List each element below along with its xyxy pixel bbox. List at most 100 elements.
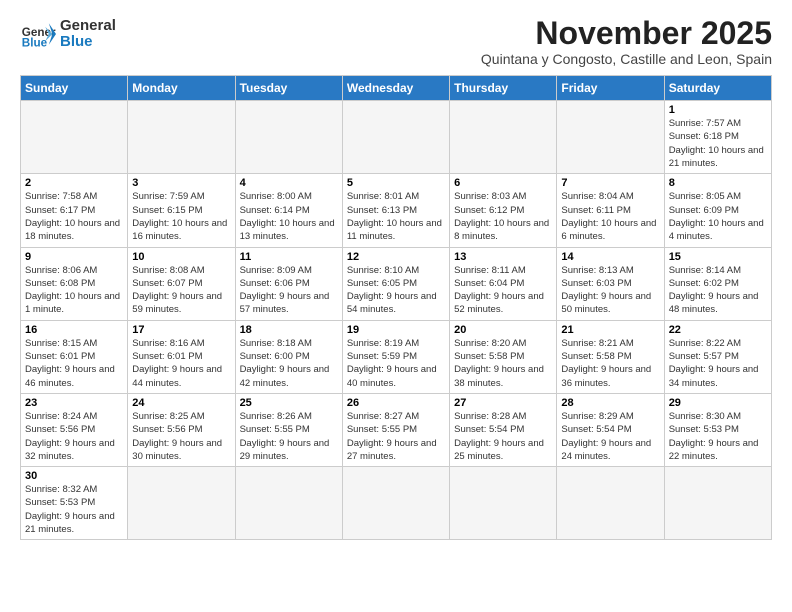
calendar-cell-day-17: 17Sunrise: 8:16 AMSunset: 6:01 PMDayligh…	[128, 320, 235, 393]
logo-general: General	[60, 18, 116, 35]
calendar-week-3: 9Sunrise: 8:06 AMSunset: 6:08 PMDaylight…	[21, 247, 772, 320]
location-subtitle: Quintana y Congosto, Castille and Leon, …	[481, 51, 772, 67]
day-number: 12	[347, 251, 445, 263]
calendar-cell-day-22: 22Sunrise: 8:22 AMSunset: 5:57 PMDayligh…	[664, 320, 771, 393]
calendar-cell-day-12: 12Sunrise: 8:10 AMSunset: 6:05 PMDayligh…	[342, 247, 449, 320]
calendar-cell-day-empty	[557, 467, 664, 540]
day-number: 14	[561, 251, 659, 263]
day-info: Sunrise: 8:06 AMSunset: 6:08 PMDaylight:…	[25, 264, 123, 317]
day-number: 28	[561, 397, 659, 409]
calendar-cell-day-23: 23Sunrise: 8:24 AMSunset: 5:56 PMDayligh…	[21, 393, 128, 466]
day-number: 6	[454, 177, 552, 189]
logo: General Blue General Blue	[20, 16, 116, 52]
calendar-cell-day-empty	[450, 101, 557, 174]
calendar-cell-day-9: 9Sunrise: 8:06 AMSunset: 6:08 PMDaylight…	[21, 247, 128, 320]
day-info: Sunrise: 8:29 AMSunset: 5:54 PMDaylight:…	[561, 410, 659, 463]
day-info: Sunrise: 8:03 AMSunset: 6:12 PMDaylight:…	[454, 190, 552, 243]
calendar-cell-day-14: 14Sunrise: 8:13 AMSunset: 6:03 PMDayligh…	[557, 247, 664, 320]
calendar-cell-day-6: 6Sunrise: 8:03 AMSunset: 6:12 PMDaylight…	[450, 174, 557, 247]
calendar-cell-day-27: 27Sunrise: 8:28 AMSunset: 5:54 PMDayligh…	[450, 393, 557, 466]
day-info: Sunrise: 8:30 AMSunset: 5:53 PMDaylight:…	[669, 410, 767, 463]
day-info: Sunrise: 8:28 AMSunset: 5:54 PMDaylight:…	[454, 410, 552, 463]
day-info: Sunrise: 7:59 AMSunset: 6:15 PMDaylight:…	[132, 190, 230, 243]
calendar-cell-day-18: 18Sunrise: 8:18 AMSunset: 6:00 PMDayligh…	[235, 320, 342, 393]
calendar-cell-day-empty	[128, 101, 235, 174]
calendar-week-2: 2Sunrise: 7:58 AMSunset: 6:17 PMDaylight…	[21, 174, 772, 247]
day-number: 5	[347, 177, 445, 189]
calendar-cell-day-5: 5Sunrise: 8:01 AMSunset: 6:13 PMDaylight…	[342, 174, 449, 247]
calendar-cell-day-8: 8Sunrise: 8:05 AMSunset: 6:09 PMDaylight…	[664, 174, 771, 247]
day-info: Sunrise: 8:21 AMSunset: 5:58 PMDaylight:…	[561, 337, 659, 390]
day-number: 23	[25, 397, 123, 409]
calendar-cell-day-19: 19Sunrise: 8:19 AMSunset: 5:59 PMDayligh…	[342, 320, 449, 393]
calendar-cell-day-1: 1Sunrise: 7:57 AMSunset: 6:18 PMDaylight…	[664, 101, 771, 174]
day-number: 19	[347, 324, 445, 336]
calendar-cell-day-13: 13Sunrise: 8:11 AMSunset: 6:04 PMDayligh…	[450, 247, 557, 320]
calendar-cell-day-16: 16Sunrise: 8:15 AMSunset: 6:01 PMDayligh…	[21, 320, 128, 393]
calendar-week-5: 23Sunrise: 8:24 AMSunset: 5:56 PMDayligh…	[21, 393, 772, 466]
calendar-cell-day-15: 15Sunrise: 8:14 AMSunset: 6:02 PMDayligh…	[664, 247, 771, 320]
logo-icon: General Blue	[20, 16, 56, 52]
day-info: Sunrise: 8:14 AMSunset: 6:02 PMDaylight:…	[669, 264, 767, 317]
day-number: 25	[240, 397, 338, 409]
col-header-monday: Monday	[128, 76, 235, 101]
calendar-cell-day-20: 20Sunrise: 8:20 AMSunset: 5:58 PMDayligh…	[450, 320, 557, 393]
day-info: Sunrise: 8:05 AMSunset: 6:09 PMDaylight:…	[669, 190, 767, 243]
calendar-cell-day-empty	[450, 467, 557, 540]
calendar-week-4: 16Sunrise: 8:15 AMSunset: 6:01 PMDayligh…	[21, 320, 772, 393]
day-number: 27	[454, 397, 552, 409]
calendar-cell-day-3: 3Sunrise: 7:59 AMSunset: 6:15 PMDaylight…	[128, 174, 235, 247]
calendar-cell-day-2: 2Sunrise: 7:58 AMSunset: 6:17 PMDaylight…	[21, 174, 128, 247]
calendar-week-1: 1Sunrise: 7:57 AMSunset: 6:18 PMDaylight…	[21, 101, 772, 174]
col-header-saturday: Saturday	[664, 76, 771, 101]
calendar-header-row: SundayMondayTuesdayWednesdayThursdayFrid…	[21, 76, 772, 101]
calendar-cell-day-empty	[235, 467, 342, 540]
day-number: 29	[669, 397, 767, 409]
day-info: Sunrise: 8:27 AMSunset: 5:55 PMDaylight:…	[347, 410, 445, 463]
calendar-table: SundayMondayTuesdayWednesdayThursdayFrid…	[20, 75, 772, 540]
day-number: 4	[240, 177, 338, 189]
calendar-cell-day-10: 10Sunrise: 8:08 AMSunset: 6:07 PMDayligh…	[128, 247, 235, 320]
day-info: Sunrise: 8:04 AMSunset: 6:11 PMDaylight:…	[561, 190, 659, 243]
calendar-cell-day-11: 11Sunrise: 8:09 AMSunset: 6:06 PMDayligh…	[235, 247, 342, 320]
calendar-cell-day-empty	[557, 101, 664, 174]
day-info: Sunrise: 8:15 AMSunset: 6:01 PMDaylight:…	[25, 337, 123, 390]
day-number: 8	[669, 177, 767, 189]
day-number: 13	[454, 251, 552, 263]
page-header: General Blue General Blue November 2025 …	[20, 16, 772, 67]
day-number: 7	[561, 177, 659, 189]
day-number: 21	[561, 324, 659, 336]
day-info: Sunrise: 8:22 AMSunset: 5:57 PMDaylight:…	[669, 337, 767, 390]
day-number: 16	[25, 324, 123, 336]
calendar-cell-day-30: 30Sunrise: 8:32 AMSunset: 5:53 PMDayligh…	[21, 467, 128, 540]
day-number: 2	[25, 177, 123, 189]
calendar-cell-day-empty	[664, 467, 771, 540]
day-info: Sunrise: 8:32 AMSunset: 5:53 PMDaylight:…	[25, 483, 123, 536]
calendar-cell-day-24: 24Sunrise: 8:25 AMSunset: 5:56 PMDayligh…	[128, 393, 235, 466]
day-number: 3	[132, 177, 230, 189]
day-info: Sunrise: 8:24 AMSunset: 5:56 PMDaylight:…	[25, 410, 123, 463]
calendar-cell-day-26: 26Sunrise: 8:27 AMSunset: 5:55 PMDayligh…	[342, 393, 449, 466]
col-header-tuesday: Tuesday	[235, 76, 342, 101]
logo-blue: Blue	[60, 34, 116, 51]
day-info: Sunrise: 8:09 AMSunset: 6:06 PMDaylight:…	[240, 264, 338, 317]
day-number: 17	[132, 324, 230, 336]
day-info: Sunrise: 8:18 AMSunset: 6:00 PMDaylight:…	[240, 337, 338, 390]
day-number: 26	[347, 397, 445, 409]
col-header-friday: Friday	[557, 76, 664, 101]
calendar-cell-day-empty	[235, 101, 342, 174]
day-info: Sunrise: 8:00 AMSunset: 6:14 PMDaylight:…	[240, 190, 338, 243]
day-info: Sunrise: 8:01 AMSunset: 6:13 PMDaylight:…	[347, 190, 445, 243]
day-number: 15	[669, 251, 767, 263]
title-block: November 2025 Quintana y Congosto, Casti…	[481, 16, 772, 67]
day-info: Sunrise: 8:19 AMSunset: 5:59 PMDaylight:…	[347, 337, 445, 390]
col-header-thursday: Thursday	[450, 76, 557, 101]
day-info: Sunrise: 8:26 AMSunset: 5:55 PMDaylight:…	[240, 410, 338, 463]
day-info: Sunrise: 7:57 AMSunset: 6:18 PMDaylight:…	[669, 117, 767, 170]
month-title: November 2025	[481, 16, 772, 51]
day-info: Sunrise: 8:16 AMSunset: 6:01 PMDaylight:…	[132, 337, 230, 390]
day-number: 1	[669, 104, 767, 116]
day-info: Sunrise: 8:25 AMSunset: 5:56 PMDaylight:…	[132, 410, 230, 463]
day-info: Sunrise: 8:10 AMSunset: 6:05 PMDaylight:…	[347, 264, 445, 317]
day-number: 9	[25, 251, 123, 263]
